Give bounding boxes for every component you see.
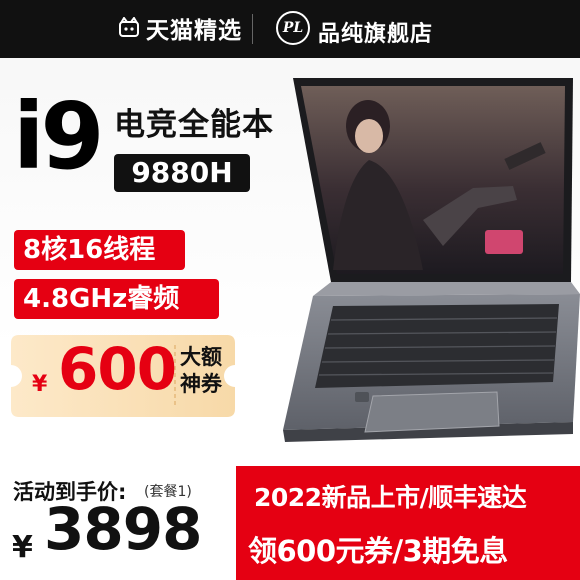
laptop-image <box>283 78 580 442</box>
cpu-tier: i9 <box>13 83 105 190</box>
promo-launch-text: 2022新品上市/顺丰速达 <box>254 483 527 512</box>
promo-coupon-text: 领600元券/3期免息 <box>248 534 508 568</box>
tmall-logo[interactable]: 天猫精选 <box>118 12 242 44</box>
price-value: 3898 <box>44 495 202 563</box>
cpu-model-badge: 9880H <box>114 154 250 192</box>
shop-name[interactable]: 品纯旗舰店 <box>318 16 433 48</box>
feature-badge-boost: 4.8GHz睿频 <box>14 279 219 319</box>
feature-badge-cores: 8核16线程 <box>14 230 185 270</box>
header-divider <box>252 14 253 44</box>
coupon-label-bottom: 神券 <box>180 372 222 396</box>
coupon-label-top: 大额 <box>180 345 222 369</box>
coupon-amount: 600 <box>58 335 177 403</box>
platform-name: 天猫精选 <box>146 18 242 44</box>
tmall-cat-icon <box>119 17 139 37</box>
product-banner: 天猫精选 PL 品纯旗舰店 i9 电竞全能本 9880H 8核16线程 4.8G… <box>0 0 580 580</box>
pl-circle-logo[interactable]: PL <box>276 11 310 45</box>
coupon-currency: ¥ <box>32 372 48 397</box>
price-currency: ¥ <box>12 530 33 565</box>
header-bar: 天猫精选 PL 品纯旗舰店 <box>0 0 580 58</box>
product-headline: 电竞全能本 <box>114 107 274 143</box>
